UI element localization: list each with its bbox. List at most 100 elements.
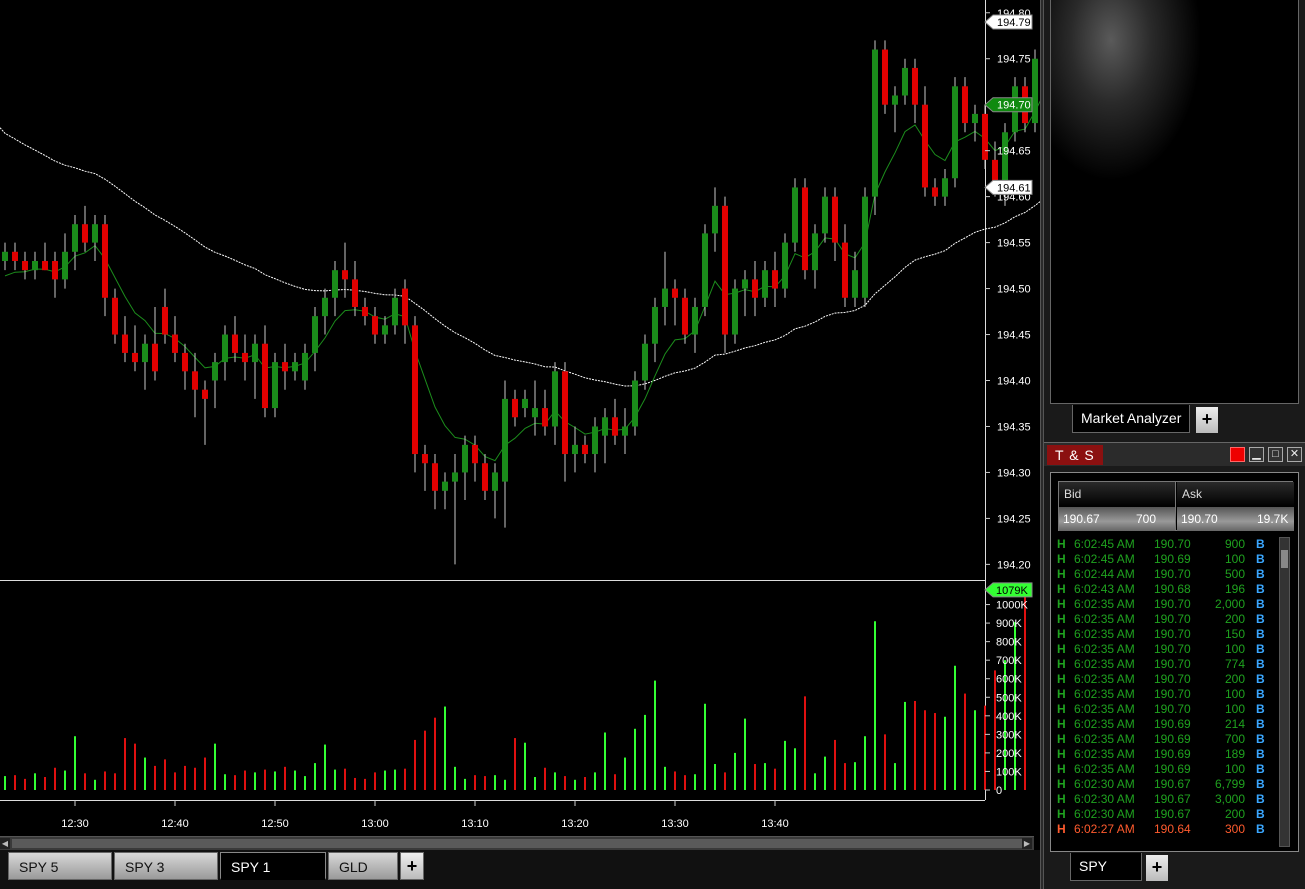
candle-body (122, 334, 128, 353)
candle-body (752, 279, 758, 298)
bid-quote: 190.67 700 (1059, 507, 1176, 531)
candle-body (152, 343, 158, 372)
trade-exchange: H (1057, 792, 1066, 806)
candle-body (582, 444, 588, 455)
trade-time: 6:02:43 AM (1074, 582, 1135, 596)
trade-time: 6:02:44 AM (1074, 567, 1135, 581)
trade-row[interactable]: H 6:02:35 AM 190.70 200 B (1055, 672, 1275, 687)
trade-size: 100 (1224, 642, 1245, 656)
candle-body (1002, 132, 1008, 188)
price-marker-label: 194.61 (997, 182, 1031, 194)
trade-row[interactable]: H 6:02:35 AM 190.70 100 B (1055, 702, 1275, 717)
candle-body (492, 472, 498, 491)
trade-row[interactable]: H 6:02:44 AM 190.70 500 B (1055, 567, 1275, 582)
trade-size: 100 (1224, 687, 1245, 701)
minimize-icon[interactable]: ▁ (1249, 447, 1264, 462)
trade-side: B (1256, 642, 1265, 656)
candle-body (332, 270, 338, 298)
price-tick-label: 194.50 (997, 284, 1031, 296)
trade-row[interactable]: H 6:02:35 AM 190.70 100 B (1055, 687, 1275, 702)
chart-area[interactable]: 194.80194.75194.70194.65194.60194.55194.… (0, 0, 1040, 850)
close-icon[interactable]: ✕ (1287, 447, 1302, 462)
maximize-icon[interactable]: □ (1268, 447, 1283, 462)
trade-time: 6:02:35 AM (1074, 702, 1135, 716)
trade-size: 189 (1224, 747, 1245, 761)
trade-price: 190.69 (1154, 717, 1191, 731)
trade-time: 6:02:35 AM (1074, 717, 1135, 731)
tab-gld[interactable]: GLD (328, 852, 398, 880)
trade-size: 700 (1224, 732, 1245, 746)
price-tick-label: 194.55 (997, 238, 1031, 250)
candle-body (402, 288, 408, 326)
trade-price: 190.67 (1154, 807, 1191, 821)
trade-side: B (1256, 552, 1265, 566)
time-and-sales-title: T & S (1047, 445, 1103, 465)
trade-row[interactable]: H 6:02:35 AM 190.69 700 B (1055, 732, 1275, 747)
trade-row[interactable]: H 6:02:45 AM 190.69 100 B (1055, 552, 1275, 567)
volume-tick-label: 600K (996, 674, 1022, 686)
trade-row[interactable]: H 6:02:30 AM 190.67 200 B (1055, 807, 1275, 822)
scrollbar-thumb[interactable] (12, 839, 1024, 848)
trade-exchange: H (1057, 717, 1066, 731)
trade-size: 774 (1224, 657, 1245, 671)
trade-size: 214 (1224, 717, 1245, 731)
trade-row[interactable]: H 6:02:30 AM 190.67 3,000 B (1055, 792, 1275, 807)
price-volume-chart[interactable]: 194.80194.75194.70194.65194.60194.55194.… (0, 0, 1040, 836)
trade-price: 190.69 (1154, 747, 1191, 761)
price-tick-label: 194.35 (997, 421, 1031, 433)
trade-row[interactable]: H 6:02:35 AM 190.69 214 B (1055, 717, 1275, 732)
candle-body (732, 288, 738, 335)
add-chart-tab-button[interactable]: + (400, 852, 424, 880)
trade-row[interactable]: H 6:02:43 AM 190.68 196 B (1055, 582, 1275, 597)
trade-side: B (1256, 657, 1265, 671)
trade-row[interactable]: H 6:02:27 AM 190.64 300 B (1055, 822, 1275, 837)
candle-body (32, 260, 38, 271)
candle-body (832, 196, 838, 243)
trade-exchange: H (1057, 762, 1066, 776)
market-analyzer-panel[interactable] (1050, 0, 1299, 404)
link-color-icon[interactable] (1230, 447, 1245, 462)
trade-row[interactable]: H 6:02:35 AM 190.70 774 B (1055, 657, 1275, 672)
trade-side: B (1256, 567, 1265, 581)
scroll-right-icon[interactable]: ▶ (1022, 838, 1032, 849)
trade-time: 6:02:35 AM (1074, 657, 1135, 671)
candle-body (612, 417, 618, 436)
trades-list[interactable]: H 6:02:45 AM 190.70 900 B H 6:02:45 AM 190.69 10… (1055, 537, 1275, 837)
tab-spy-3-minute[interactable]: SPY 3 Minute (114, 852, 218, 889)
tab-market-analyzer[interactable]: Market Analyzer (1072, 405, 1191, 433)
volume-tick-label: 0 (996, 785, 1002, 797)
trade-row[interactable]: H 6:02:35 AM 190.70 200 B (1055, 612, 1275, 627)
bid-label: Bid (1059, 482, 1176, 507)
candle-body (92, 224, 98, 243)
trade-row[interactable]: H 6:02:35 AM 190.70 100 B (1055, 642, 1275, 657)
trades-scrollbar[interactable] (1279, 537, 1290, 847)
tab-spy[interactable]: SPY (1070, 853, 1142, 881)
trade-exchange: H (1057, 702, 1066, 716)
candle-body (532, 408, 538, 418)
candle-body (782, 242, 788, 289)
candle-body (552, 371, 558, 427)
trade-side: B (1256, 612, 1265, 626)
candle-body (22, 260, 28, 271)
trade-side: B (1256, 807, 1265, 821)
trade-row[interactable]: H 6:02:30 AM 190.67 6,799 B (1055, 777, 1275, 792)
trade-time: 6:02:30 AM (1074, 792, 1135, 806)
time-tick-label: 13:10 (461, 818, 489, 830)
trade-row[interactable]: H 6:02:35 AM 190.69 100 B (1055, 762, 1275, 777)
trade-price: 190.64 (1154, 822, 1191, 836)
trade-row[interactable]: H 6:02:45 AM 190.70 900 B (1055, 537, 1275, 552)
trades-scrollbar-thumb[interactable] (1281, 550, 1288, 568)
chart-horizontal-scrollbar[interactable]: ◀ ▶ (0, 836, 1034, 850)
scroll-left-icon[interactable]: ◀ (0, 838, 10, 849)
tab-spy-1-minute[interactable]: SPY 1 Minute (220, 852, 326, 889)
trade-size: 100 (1224, 702, 1245, 716)
trade-row[interactable]: H 6:02:35 AM 190.70 2,000 B (1055, 597, 1275, 612)
trade-row[interactable]: H 6:02:35 AM 190.69 189 B (1055, 747, 1275, 762)
trade-row[interactable]: H 6:02:35 AM 190.70 150 B (1055, 627, 1275, 642)
add-ts-tab-button[interactable]: + (1146, 855, 1168, 881)
trade-side: B (1256, 627, 1265, 641)
add-market-analyzer-tab-button[interactable]: + (1196, 407, 1218, 433)
trade-side: B (1256, 777, 1265, 791)
tab-spy-5-minute[interactable]: SPY 5 Minute (8, 852, 112, 889)
candle-body (452, 472, 458, 482)
